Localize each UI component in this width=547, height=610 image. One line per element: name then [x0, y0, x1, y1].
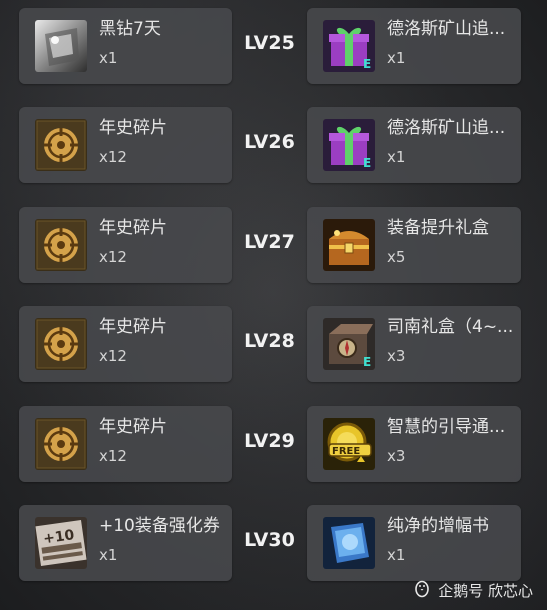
item-name: 纯净的增幅书 — [387, 516, 489, 536]
svg-text:E: E — [363, 156, 371, 170]
level-label: LV30 — [244, 529, 295, 551]
reward-card-right[interactable]: E 司南礼盒（4~... x3 — [307, 306, 521, 382]
chronicle-fragment-icon — [35, 119, 87, 171]
treasure-chest-icon — [323, 219, 375, 271]
item-name: +10装备强化券 — [99, 516, 220, 536]
watermark: 企鹅号 欣芯心 — [412, 578, 533, 602]
reward-card-left[interactable]: 年史碎片 x12 — [19, 406, 232, 482]
reward-card-left[interactable]: 年史碎片 x12 — [19, 207, 232, 283]
item-quantity: x12 — [99, 148, 127, 166]
item-quantity: x12 — [99, 447, 127, 465]
reward-row: 年史碎片 x12 LV27 装备提升礼盒 x5 — [0, 207, 547, 283]
reward-card-right[interactable]: 装备提升礼盒 x5 — [307, 207, 521, 283]
item-quantity: x12 — [99, 347, 127, 365]
item-name: 装备提升礼盒 — [387, 218, 489, 238]
reward-card-left[interactable]: 黑钻7天 x1 — [19, 8, 232, 84]
item-quantity: x1 — [387, 546, 406, 564]
level-label: LV27 — [244, 231, 295, 253]
item-quantity: x12 — [99, 248, 127, 266]
item-name: 年史碎片 — [99, 417, 167, 437]
item-quantity: x5 — [387, 248, 406, 266]
reward-card-left[interactable]: +10 +10装备强化券 x1 — [19, 505, 232, 581]
watermark-text: 企鹅号 欣芯心 — [438, 581, 533, 600]
reward-row: +10 +10装备强化券 x1 LV30 纯净的增幅书 x1 — [0, 505, 547, 581]
reward-card-left[interactable]: 年史碎片 x12 — [19, 107, 232, 183]
svg-text:FREE: FREE — [332, 446, 360, 457]
item-quantity: x1 — [387, 49, 406, 67]
free-pass-icon: FREE — [323, 418, 375, 470]
chronicle-fragment-icon — [35, 418, 87, 470]
reward-row: 年史碎片 x12 LV29 FREE 智慧的引导通... x3 — [0, 406, 547, 482]
compass-box-icon: E — [323, 318, 375, 370]
penguin-icon — [412, 578, 432, 602]
level-label: LV25 — [244, 32, 295, 54]
item-quantity: x1 — [99, 49, 118, 67]
gift-box-icon: E — [323, 119, 375, 171]
chronicle-fragment-icon — [35, 318, 87, 370]
item-quantity: x1 — [387, 148, 406, 166]
item-name: 年史碎片 — [99, 118, 167, 138]
item-quantity: x3 — [387, 447, 406, 465]
level-label: LV28 — [244, 330, 295, 352]
gift-box-icon: E — [323, 20, 375, 72]
black-diamond-icon — [35, 20, 87, 72]
chronicle-fragment-icon — [35, 219, 87, 271]
reward-card-right[interactable]: E 德洛斯矿山追... x1 — [307, 107, 521, 183]
reward-card-right[interactable]: 纯净的增幅书 x1 — [307, 505, 521, 581]
item-name: 德洛斯矿山追... — [387, 118, 506, 138]
reward-card-left[interactable]: 年史碎片 x12 — [19, 306, 232, 382]
reward-card-right[interactable]: E 德洛斯矿山追... x1 — [307, 8, 521, 84]
item-name: 年史碎片 — [99, 218, 167, 238]
amplify-book-icon — [323, 517, 375, 569]
level-label: LV29 — [244, 430, 295, 452]
level-label: LV26 — [244, 131, 295, 153]
item-quantity: x1 — [99, 546, 118, 564]
item-quantity: x3 — [387, 347, 406, 365]
svg-text:E: E — [363, 57, 371, 71]
item-name: 司南礼盒（4~... — [387, 317, 514, 337]
svg-text:E: E — [363, 355, 371, 369]
reward-row: 年史碎片 x12 LV28 E 司南礼盒（4~... x3 — [0, 306, 547, 382]
item-name: 黑钻7天 — [99, 19, 161, 39]
item-name: 年史碎片 — [99, 317, 167, 337]
reward-row: 黑钻7天 x1 LV25 E 德洛斯矿山追... x1 — [0, 8, 547, 84]
enhance-ticket-icon: +10 — [35, 517, 87, 569]
reward-row: 年史碎片 x12 LV26 E 德洛斯矿山追... x1 — [0, 107, 547, 183]
item-name: 智慧的引导通... — [387, 417, 506, 437]
item-name: 德洛斯矿山追... — [387, 19, 506, 39]
reward-card-right[interactable]: FREE 智慧的引导通... x3 — [307, 406, 521, 482]
